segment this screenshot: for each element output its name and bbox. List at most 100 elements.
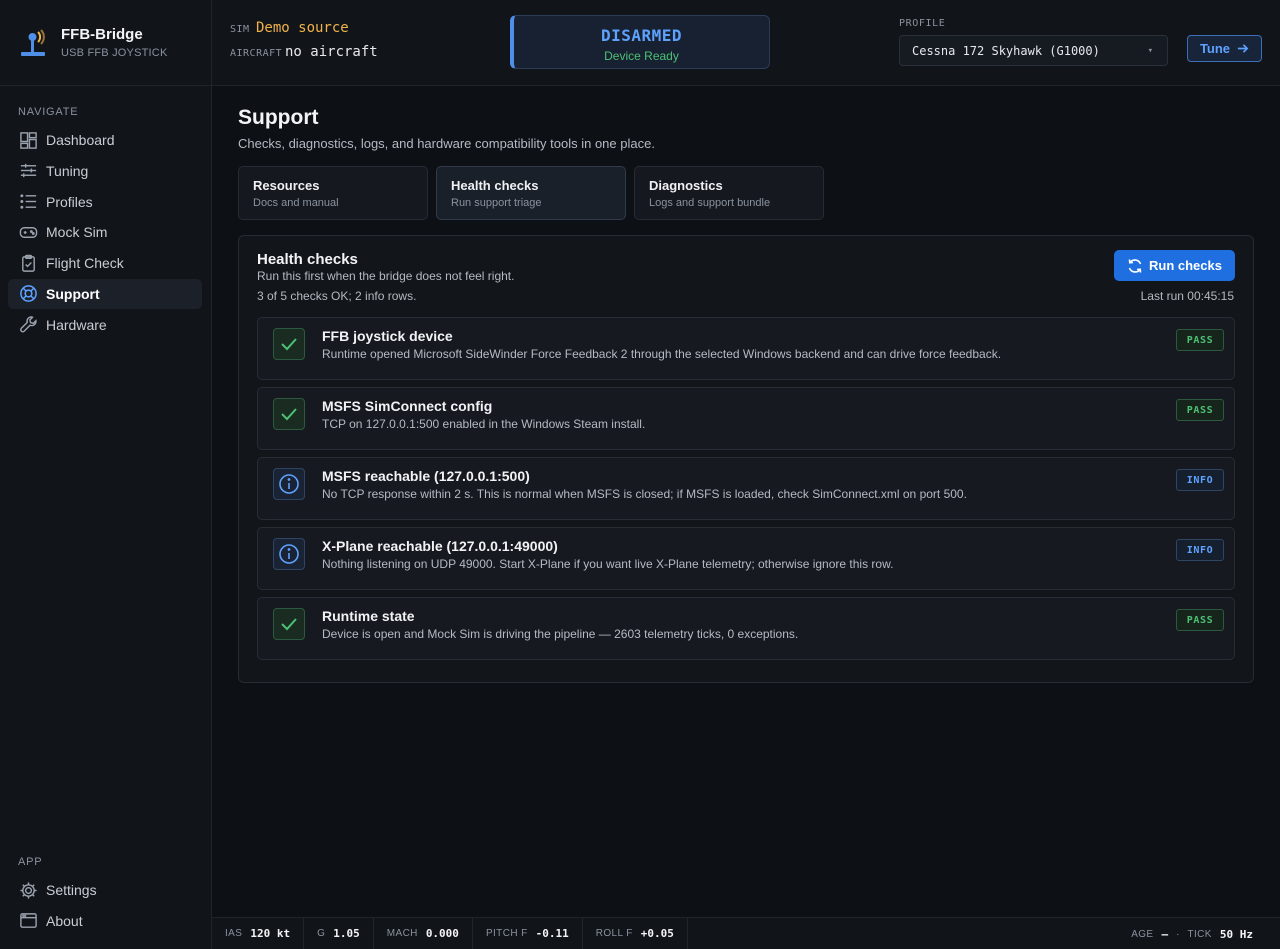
stat-value: -0.11 <box>535 927 569 940</box>
aircraft-key: AIRCRAFT <box>230 48 283 59</box>
check-pass-icon <box>273 328 305 360</box>
tab-title: Health checks <box>451 178 539 193</box>
joystick-logo-icon <box>21 28 45 56</box>
panel-title: Health checks <box>257 251 358 268</box>
arm-status-box[interactable]: DISARMED Device Ready <box>510 15 770 69</box>
tab-resources[interactable]: Resources Docs and manual <box>238 166 428 220</box>
stat-roll-force: ROLL F +0.05 <box>583 917 688 949</box>
check-title: X-Plane reachable (127.0.0.1:49000) <box>322 538 558 554</box>
sidebar-item-support[interactable]: Support <box>8 278 202 309</box>
stat-ias: IAS 120 kt <box>212 917 305 949</box>
check-title: MSFS SimConnect config <box>322 398 493 414</box>
run-checks-label: Run checks <box>1149 258 1222 273</box>
check-row: X-Plane reachable (127.0.0.1:49000) Noth… <box>257 527 1235 590</box>
stat-key: TICK <box>1187 928 1212 940</box>
health-checks-panel: Health checks Run this first when the br… <box>238 235 1254 683</box>
stat-key: IAS <box>225 928 243 939</box>
caret-down-icon: ▾ <box>1147 45 1153 56</box>
nav-list: Dashboard Tuning Profiles Mock Sim Fligh… <box>8 125 202 341</box>
profile-select[interactable]: Cessna 172 Skyhawk (G1000) ▾ <box>899 35 1168 66</box>
separator-dot: · <box>1176 928 1180 940</box>
app-section-label: APP <box>18 856 43 868</box>
check-description: No TCP response within 2 s. This is norm… <box>322 487 967 501</box>
stat-key: ROLL F <box>595 928 633 939</box>
tune-label: Tune <box>1199 41 1231 56</box>
lifebuoy-icon <box>18 284 38 304</box>
app-nav-list: Settings About <box>8 875 202 937</box>
sidebar-item-settings[interactable]: Settings <box>8 875 202 905</box>
sidebar-item-profiles[interactable]: Profiles <box>8 187 202 217</box>
stat-value: 50 Hz <box>1219 927 1253 941</box>
stat-pitch-force: PITCH F -0.11 <box>473 917 583 949</box>
check-pass-icon <box>273 608 305 640</box>
check-row: MSFS reachable (127.0.0.1:500) No TCP re… <box>257 457 1235 520</box>
sidebar-item-label: Flight Check <box>46 255 124 272</box>
stat-value: — <box>1161 927 1169 941</box>
sidebar-item-label: Support <box>46 285 100 302</box>
tab-subtitle: Logs and support bundle <box>649 197 771 209</box>
last-run-time: Last run 00:45:15 <box>1140 289 1234 303</box>
support-tabs: Resources Docs and manual Health checks … <box>238 166 824 220</box>
info-icon <box>273 538 305 570</box>
checks-summary: 3 of 5 checks OK; 2 info rows. <box>257 289 417 303</box>
topbar: SIM Demo source AIRCRAFT no aircraft DIS… <box>212 0 1280 86</box>
profile-value: Cessna 172 Skyhawk (G1000) <box>912 43 1100 58</box>
app-subtitle: USB FFB JOYSTICK <box>61 47 168 59</box>
sim-key: SIM <box>230 24 250 35</box>
run-checks-button[interactable]: Run checks <box>1114 250 1235 281</box>
gear-icon <box>18 880 38 900</box>
refresh-icon <box>1128 258 1142 273</box>
arm-state: DISARMED <box>600 26 683 45</box>
checks-list: FFB joystick device Runtime opened Micro… <box>257 317 1235 667</box>
profile-label: PROFILE <box>899 18 946 29</box>
tab-subtitle: Run support triage <box>451 197 542 209</box>
stat-right-group: AGE — · TICK 50 Hz <box>1131 918 1253 949</box>
sidebar: FFB-Bridge USB FFB JOYSTICK NAVIGATE Das… <box>0 0 212 949</box>
status-badge: INFO <box>1176 469 1224 491</box>
tab-title: Resources <box>253 178 320 193</box>
sliders-icon <box>18 161 38 181</box>
check-description: Runtime opened Microsoft SideWinder Forc… <box>322 347 1002 361</box>
stat-value: +0.05 <box>640 927 674 940</box>
tab-health-checks[interactable]: Health checks Run support triage <box>436 166 626 220</box>
check-description: TCP on 127.0.0.1:500 enabled in the Wind… <box>322 417 646 431</box>
check-title: Runtime state <box>322 608 415 624</box>
stat-value: 120 kt <box>250 927 291 940</box>
stat-key: MACH <box>386 928 418 939</box>
status-badge: INFO <box>1176 539 1224 561</box>
sidebar-item-label: Tuning <box>46 162 89 179</box>
sidebar-item-label: About <box>46 912 83 929</box>
sidebar-item-about[interactable]: About <box>8 906 202 936</box>
aircraft-value: no aircraft <box>285 44 378 60</box>
stat-key: G <box>317 928 326 939</box>
check-row: Runtime state Device is open and Mock Si… <box>257 597 1235 660</box>
page-subtitle: Checks, diagnostics, logs, and hardware … <box>238 136 655 151</box>
check-row: MSFS SimConnect config TCP on 127.0.0.1:… <box>257 387 1235 450</box>
window-icon <box>18 911 38 931</box>
sidebar-item-label: Profiles <box>46 193 93 210</box>
stat-value: 0.000 <box>425 927 459 940</box>
sidebar-item-mock-sim[interactable]: Mock Sim <box>8 217 202 247</box>
list-icon <box>18 192 38 212</box>
check-pass-icon <box>273 398 305 430</box>
gamepad-icon <box>18 222 38 242</box>
stat-value: 1.05 <box>333 927 360 940</box>
sidebar-item-tuning[interactable]: Tuning <box>8 156 202 186</box>
tab-title: Diagnostics <box>649 178 723 193</box>
device-status: Device Ready <box>604 49 679 63</box>
tab-subtitle: Docs and manual <box>253 197 339 209</box>
status-badge: PASS <box>1176 399 1224 421</box>
nav-section-label: NAVIGATE <box>18 106 79 118</box>
stat-key: AGE <box>1131 928 1154 940</box>
tune-button[interactable]: Tune <box>1187 35 1262 62</box>
tab-diagnostics[interactable]: Diagnostics Logs and support bundle <box>634 166 824 220</box>
brand: FFB-Bridge USB FFB JOYSTICK <box>0 0 211 86</box>
sidebar-item-dashboard[interactable]: Dashboard <box>8 125 202 155</box>
sidebar-item-flight-check[interactable]: Flight Check <box>8 248 202 278</box>
check-description: Nothing listening on UDP 49000. Start X-… <box>322 557 894 571</box>
arrow-right-icon <box>1237 44 1249 53</box>
sidebar-item-label: Mock Sim <box>46 224 108 241</box>
page-title: Support <box>238 106 319 129</box>
app-name: FFB-Bridge <box>61 26 143 43</box>
sidebar-item-hardware[interactable]: Hardware <box>8 310 202 340</box>
